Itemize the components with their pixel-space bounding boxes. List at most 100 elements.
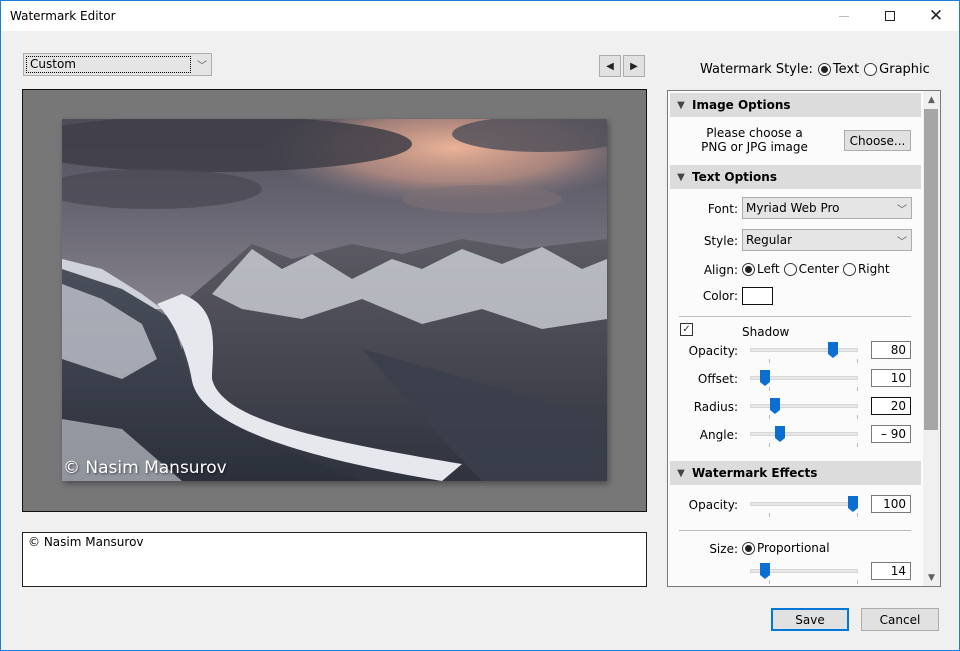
slider-thumb[interactable] [848, 496, 858, 512]
align-right-radio[interactable]: Right [842, 262, 890, 276]
maximize-icon [885, 11, 895, 21]
collapse-triangle-icon: ▼ [677, 467, 685, 479]
shadow-angle-input[interactable]: – 90 [871, 425, 911, 443]
size-input[interactable]: 14 [871, 562, 911, 580]
previous-image-button[interactable]: ◀ [599, 55, 621, 77]
style-label: Style: [703, 234, 738, 248]
image-options-title: Image Options [692, 98, 791, 112]
shadow-offset-label: Offset: [697, 372, 738, 386]
radio-unselected-icon [864, 63, 878, 76]
shadow-angle-slider[interactable] [750, 426, 858, 448]
slider-tick [769, 415, 770, 419]
image-hint-line1: Please choose a [706, 126, 803, 140]
shadow-radius-input[interactable]: 20 [871, 397, 911, 415]
triangle-right-icon: ▶ [630, 60, 638, 72]
next-image-button[interactable]: ▶ [623, 55, 645, 77]
slider-tick [857, 443, 858, 447]
save-label: Save [795, 612, 825, 627]
scrollbar-thumb[interactable] [924, 109, 938, 430]
window-title: Watermark Editor [10, 9, 116, 23]
image-hint-line2: PNG or JPG image [701, 140, 808, 154]
preset-select[interactable]: Custom ﹀ [23, 53, 212, 76]
panel-scrollbar[interactable]: ▲ ▼ [923, 91, 940, 586]
shadow-label: Shadow [742, 325, 790, 339]
style-text-radio[interactable]: Text [817, 62, 860, 77]
size-proportional-radio[interactable]: Proportional [742, 541, 830, 555]
title-bar: Watermark Editor ✕ [1, 1, 959, 31]
radio-selected-icon [742, 262, 755, 276]
slider-thumb[interactable] [775, 426, 785, 442]
shadow-offset-slider[interactable] [750, 370, 858, 392]
slider-tick [769, 387, 770, 391]
cancel-button[interactable]: Cancel [861, 608, 939, 631]
slider-thumb[interactable] [828, 342, 838, 358]
landscape-photo [62, 119, 607, 481]
effects-opacity-input[interactable]: 100 [871, 495, 911, 513]
effects-opacity-label: Opacity: [688, 498, 738, 512]
effects-opacity-slider[interactable] [750, 496, 858, 518]
watermark-effects-header[interactable]: ▼ Watermark Effects [670, 461, 921, 485]
slider-thumb[interactable] [760, 563, 770, 579]
style-select[interactable]: Regular ﹀ [742, 229, 912, 251]
chevron-down-icon: ﹀ [197, 61, 207, 72]
preview-photo: © Nasim Mansurov [62, 119, 607, 481]
align-center-radio[interactable]: Center [783, 262, 839, 276]
watermark-style-label: Watermark Style: [700, 62, 813, 77]
radio-unselected-icon [783, 262, 797, 276]
align-label: Align: [703, 263, 738, 277]
scroll-down-icon[interactable]: ▼ [923, 569, 940, 586]
slider-tick [857, 415, 858, 419]
slider-thumb[interactable] [770, 398, 780, 414]
shadow-checkbox[interactable]: ✓ [680, 323, 693, 336]
size-proportional-label: Proportional [757, 541, 830, 555]
shadow-opacity-input[interactable]: 80 [871, 341, 911, 359]
font-label: Font: [707, 202, 738, 216]
minimize-icon [839, 15, 849, 17]
watermark-editor-window: Watermark Editor ✕ Custom ﹀ ◀ ▶ Watermar… [0, 0, 960, 651]
shadow-radius-slider[interactable] [750, 398, 858, 420]
choose-image-button[interactable]: Choose... [844, 130, 911, 151]
image-hint: Please choose a PNG or JPG image [692, 126, 817, 154]
shadow-offset-input[interactable]: 10 [871, 369, 911, 387]
shadow-radius-label: Radius: [693, 400, 738, 414]
color-swatch[interactable] [742, 287, 773, 305]
watermark-text-input[interactable]: © Nasim Mansurov [22, 532, 647, 587]
watermark-overlay-text: © Nasim Mansurov [63, 458, 227, 478]
align-left-radio[interactable]: Left [742, 262, 780, 276]
chevron-down-icon: ﹀ [897, 204, 907, 216]
watermark-effects-title: Watermark Effects [692, 466, 818, 480]
preview-area: © Nasim Mansurov [22, 89, 647, 512]
scroll-up-icon[interactable]: ▲ [923, 91, 940, 108]
minimize-button[interactable] [821, 1, 867, 31]
close-button[interactable]: ✕ [913, 1, 959, 31]
slider-tick [857, 387, 858, 391]
slider-thumb[interactable] [760, 370, 770, 386]
slider-tick [769, 443, 770, 447]
text-options-header[interactable]: ▼ Text Options [670, 165, 921, 189]
collapse-triangle-icon: ▼ [677, 171, 685, 183]
style-text-label: Text [832, 62, 860, 77]
color-label: Color: [702, 289, 738, 303]
size-slider[interactable] [750, 563, 858, 585]
radio-unselected-icon [842, 262, 856, 276]
align-left-label: Left [757, 262, 780, 276]
slider-track [750, 502, 858, 506]
save-button[interactable]: Save [771, 608, 849, 631]
image-options-header[interactable]: ▼ Image Options [670, 93, 921, 117]
radio-selected-icon [817, 63, 831, 76]
align-center-label: Center [798, 262, 839, 276]
slider-tick [769, 359, 770, 363]
size-label: Size: [709, 542, 738, 556]
font-select[interactable]: Myriad Web Pro ﹀ [742, 197, 912, 219]
shadow-opacity-slider[interactable] [750, 342, 858, 364]
options-panel: ▼ Image Options Please choose a PNG or J… [667, 90, 941, 587]
style-graphic-radio[interactable]: Graphic [864, 62, 930, 77]
slider-tick [857, 359, 858, 363]
divider [679, 530, 911, 531]
watermark-style-group: Watermark Style: Text Graphic [700, 62, 930, 77]
style-graphic-label: Graphic [879, 62, 930, 77]
align-right-label: Right [857, 262, 890, 276]
cancel-label: Cancel [879, 612, 921, 627]
radio-selected-icon [742, 541, 755, 555]
maximize-button[interactable] [867, 1, 913, 31]
